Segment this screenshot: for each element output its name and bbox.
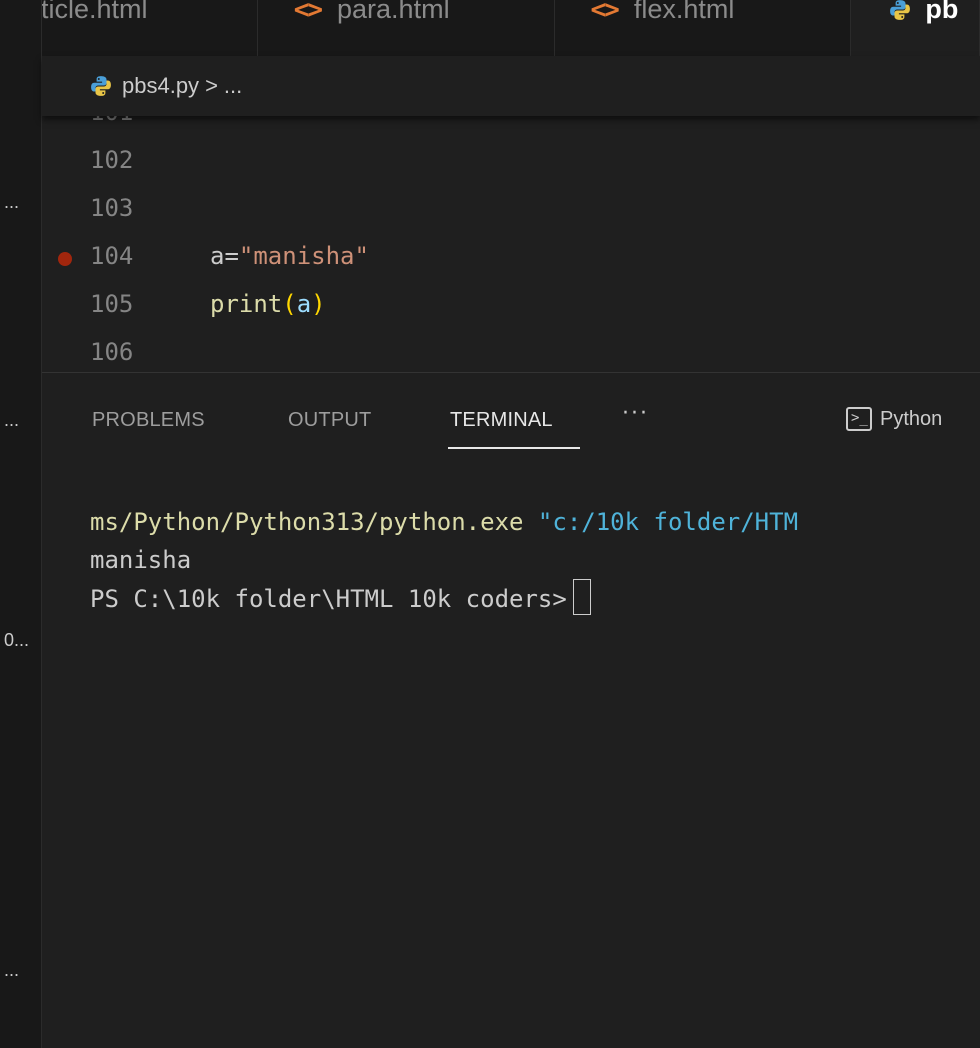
code-token: ) xyxy=(311,290,326,318)
terminal-prompt-line: PS C:\10k folder\HTML 10k coders> xyxy=(90,579,798,618)
terminal-line: manisha xyxy=(90,546,192,574)
code-token: a= xyxy=(210,242,239,270)
line-number: 102 xyxy=(90,146,134,174)
breadcrumb-separator: > xyxy=(205,73,218,98)
tab-pbs4-py[interactable]: pb xyxy=(851,0,980,56)
explorer-item-truncated[interactable]: ... xyxy=(4,960,19,981)
tab-terminal[interactable]: TERMINAL xyxy=(450,409,553,432)
terminal-output[interactable]: ms/Python/Python313/python.exe "c:/10k f… xyxy=(90,503,798,618)
breadcrumb-symbols[interactable]: ... xyxy=(224,73,242,99)
line-number: 105 xyxy=(90,290,134,318)
terminal-line: ms/Python/Python313/python.exe "c:/10k f… xyxy=(90,503,798,541)
tab-label: rticle.html xyxy=(42,0,148,24)
code-token: a xyxy=(296,290,312,318)
terminal-command: ms/Python/Python313/python.exe xyxy=(90,508,524,536)
tab-output[interactable]: OUTPUT xyxy=(288,409,371,432)
code-line[interactable]: 104 a="manisha" xyxy=(42,234,980,282)
tab-para-html[interactable]: <> para.html xyxy=(258,0,555,56)
breadcrumb: pbs4.py > ... xyxy=(42,56,980,116)
terminal-argument: "c:/10k folder/HTM xyxy=(523,508,799,536)
code-line[interactable]: 106 xyxy=(42,330,980,372)
terminal-prompt: PS C:\10k folder\HTML 10k coders> xyxy=(90,585,567,613)
breadcrumb-file[interactable]: pbs4.py xyxy=(122,73,199,99)
active-tab-indicator xyxy=(448,447,580,449)
line-number: 106 xyxy=(90,338,134,366)
terminal-kind-label: Python xyxy=(880,407,943,430)
explorer-item-truncated[interactable]: 0... xyxy=(4,630,29,651)
html-icon: <> xyxy=(590,0,620,25)
code-token: "manisha" xyxy=(238,242,369,270)
bottom-panel: PROBLEMS OUTPUT TERMINAL ··· >_ Python m… xyxy=(42,372,980,1048)
terminal-icon: >_ xyxy=(846,407,872,431)
more-actions-icon[interactable]: ··· xyxy=(622,401,649,426)
tab-label: flex.html xyxy=(633,0,735,24)
code-token: print xyxy=(210,290,283,318)
breakpoint-icon[interactable] xyxy=(58,252,72,266)
line-number: 101 xyxy=(90,116,133,126)
code-token: ( xyxy=(282,290,297,318)
line-number: 104 xyxy=(90,242,134,270)
python-icon xyxy=(890,0,911,20)
tab-label: pb xyxy=(925,0,959,24)
code-line[interactable]: 102 xyxy=(42,138,980,186)
panel-tab-bar: PROBLEMS OUTPUT TERMINAL ··· >_ Python xyxy=(42,373,980,467)
tab-flex-html[interactable]: <> flex.html xyxy=(555,0,852,56)
tab-article-html[interactable]: rticle.html xyxy=(42,0,258,56)
explorer-item-truncated[interactable]: ... xyxy=(4,410,19,431)
code-editor[interactable]: 101 102 103 104 a="manisha" 105 print(a) 106 xyxy=(42,116,980,372)
code-line[interactable]: 101 xyxy=(42,116,980,138)
editor-tab-bar: rticle.html <> para.html <> flex.html pb xyxy=(42,0,980,56)
explorer-strip: ... ... 0... ... xyxy=(0,0,42,1048)
line-code: a="manisha" xyxy=(210,242,369,270)
html-icon: <> xyxy=(293,0,323,25)
terminal-selector[interactable]: >_ Python xyxy=(846,407,942,431)
line-number: 103 xyxy=(90,194,134,222)
tab-label: para.html xyxy=(337,0,450,24)
python-icon xyxy=(91,76,111,96)
code-line[interactable]: 103 xyxy=(42,186,980,234)
line-code: print(a) xyxy=(210,290,326,318)
terminal-cursor xyxy=(572,579,591,615)
explorer-item-truncated[interactable]: ... xyxy=(4,192,19,213)
tab-problems[interactable]: PROBLEMS xyxy=(92,409,205,432)
code-line[interactable]: 105 print(a) xyxy=(42,282,980,330)
